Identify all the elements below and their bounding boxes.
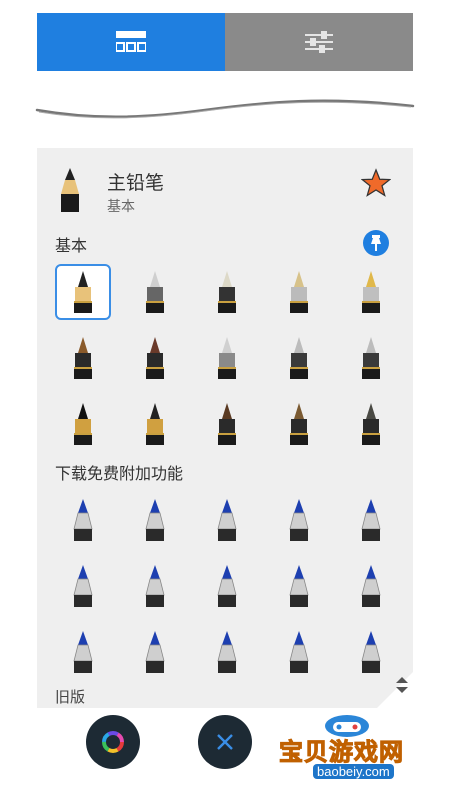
brush-cell[interactable] [55, 264, 111, 320]
flat-brush-icon [74, 403, 92, 445]
blur-icon [362, 337, 380, 379]
brush-cell[interactable] [55, 492, 111, 548]
brush-cell[interactable] [343, 396, 399, 452]
technical-pen-icon [289, 499, 309, 541]
brush-cell[interactable] [271, 330, 327, 386]
color-button[interactable] [86, 715, 140, 769]
brush-cell[interactable] [127, 492, 183, 548]
brush-cell[interactable] [55, 558, 111, 614]
stroke-preview [35, 99, 415, 119]
brush-cell[interactable] [55, 396, 111, 452]
marker-fine-icon [145, 499, 165, 541]
star-icon[interactable] [361, 168, 391, 198]
brush-cell[interactable] [271, 396, 327, 452]
brush-cell[interactable] [199, 396, 255, 452]
close-icon [217, 734, 233, 750]
brush-cell[interactable] [199, 624, 255, 680]
pin-button[interactable] [363, 230, 389, 256]
brush-cell[interactable] [199, 492, 255, 548]
brush-cell[interactable] [271, 264, 327, 320]
technical-pen-icon [361, 499, 381, 541]
bristle-brush-icon [218, 403, 236, 445]
brush-cell[interactable] [55, 330, 111, 386]
texture-brush-icon [146, 403, 164, 445]
section-basic-label: 基本 [55, 236, 88, 255]
watermark-text: 宝贝游戏网 [279, 738, 404, 767]
brush-cell[interactable] [199, 330, 255, 386]
brush-cell[interactable] [127, 624, 183, 680]
brush-cell[interactable] [343, 264, 399, 320]
brush-library-icon [116, 31, 146, 52]
paintbrush-icon [74, 337, 92, 379]
marker-bullet-icon [289, 565, 309, 607]
brush-settings-icon [305, 31, 333, 53]
marker-wide-icon [361, 631, 381, 673]
watermark-url: baobeiy.com [313, 764, 394, 779]
brush-cell[interactable] [127, 264, 183, 320]
fan-brush-icon [290, 403, 308, 445]
fineliner-icon [290, 271, 308, 313]
marker-chisel-icon [145, 631, 165, 673]
marker-bullet-icon [145, 565, 165, 607]
eraser-icon [146, 271, 164, 313]
marker-bullet-icon [361, 565, 381, 607]
marker-fine-icon [217, 499, 237, 541]
watermark: 宝贝游戏网 baobeiy.com [275, 708, 425, 788]
brush-cell[interactable] [55, 624, 111, 680]
marker-bullet-icon [73, 565, 93, 607]
brush-cell[interactable] [127, 396, 183, 452]
marker-bullet-icon [217, 565, 237, 607]
hair-brush-icon [362, 403, 380, 445]
section-legacy-label: 旧版 [55, 688, 86, 706]
brush-cell[interactable] [271, 492, 327, 548]
color-wheel-icon [102, 731, 124, 753]
tab-brush-settings[interactable] [225, 13, 413, 71]
pencil-icon [74, 271, 92, 313]
download-brush-grid [55, 492, 395, 680]
basic-brush-grid [55, 264, 395, 452]
brush-cell[interactable] [127, 558, 183, 614]
smudge-icon [290, 337, 308, 379]
marker-chisel-icon [217, 631, 237, 673]
airbrush-icon [218, 337, 236, 379]
pencil-icon [61, 168, 79, 212]
resize-handle-icon[interactable] [395, 676, 409, 694]
brush-cell[interactable] [271, 624, 327, 680]
marker-wide-icon [289, 631, 309, 673]
ink-brush-icon [146, 337, 164, 379]
brush-cell[interactable] [127, 330, 183, 386]
marker-fine-icon [73, 499, 93, 541]
brush-panel: 主铅笔 基本 基本 下载免费附加功能 旧版 [37, 148, 413, 708]
brush-cell[interactable] [199, 558, 255, 614]
section-download-label: 下载免费附加功能 [55, 464, 184, 483]
brush-cell[interactable] [271, 558, 327, 614]
brush-cell[interactable] [199, 264, 255, 320]
tab-brush-library[interactable] [37, 13, 225, 71]
brush-cell[interactable] [343, 558, 399, 614]
current-brush-category: 基本 [107, 199, 135, 215]
fountain-pen-icon [362, 271, 380, 313]
ballpoint-icon [218, 271, 236, 313]
brush-tabs [37, 13, 413, 71]
brush-cell[interactable] [343, 492, 399, 548]
pin-icon [371, 235, 381, 251]
close-button[interactable] [198, 715, 252, 769]
marker-chisel-icon [73, 631, 93, 673]
current-brush-name: 主铅笔 [107, 172, 165, 194]
brush-cell[interactable] [343, 330, 399, 386]
